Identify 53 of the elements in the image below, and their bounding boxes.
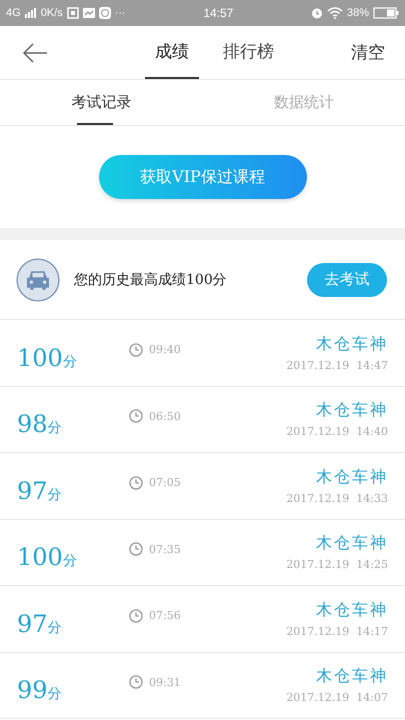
clock-icon (129, 476, 143, 490)
duration: 07:35 (149, 542, 181, 556)
battery-icon (372, 7, 399, 19)
clock: 14:57 (203, 6, 234, 20)
score: 97 (17, 476, 48, 505)
tab[interactable]: 成绩 (145, 26, 199, 79)
score-unit: 分 (48, 419, 62, 438)
score-unit: 分 (62, 552, 77, 570)
record-title: 木仓车神 (316, 334, 388, 355)
record-date: 2017.12.19 14:40 (286, 425, 388, 438)
record-title: 木仓车神 (316, 466, 388, 488)
record-title: 木仓车神 (316, 533, 388, 554)
sub-tab[interactable]: 考试记录 (0, 80, 202, 125)
duration: 06:50 (149, 410, 181, 423)
network-speed: 0K/s (40, 7, 63, 19)
battery-level: 38% (346, 7, 369, 19)
score: 97 (17, 610, 48, 638)
clock-icon (129, 542, 143, 556)
record-date: 2017.12.19 14:25 (286, 558, 388, 572)
clock-icon (129, 675, 143, 690)
record-date: 2017.12.19 14:33 (286, 492, 388, 505)
tab[interactable]: 排行榜 (213, 26, 284, 79)
record-title: 木仓车神 (316, 666, 388, 688)
car-icon (16, 258, 60, 302)
duration: 07:05 (149, 476, 181, 490)
alarm-icon (310, 7, 323, 19)
score-unit: 分 (48, 685, 62, 704)
score: 99 (17, 676, 48, 704)
back-arrow-icon[interactable] (22, 42, 48, 62)
score: 100 (17, 344, 63, 372)
more-indicator: ··· (114, 7, 126, 19)
score-unit: 分 (48, 618, 62, 637)
clock-icon (129, 342, 143, 357)
record-date: 2017.12.19 14:47 (286, 358, 388, 372)
clock-icon (129, 409, 143, 424)
record-date: 2017.12.19 14:17 (286, 624, 388, 638)
record-date: 2017.12.19 14:07 (286, 691, 388, 704)
best-score-text: 您的历史最高成绩100分 (74, 270, 227, 288)
record-title: 木仓车神 (316, 600, 388, 621)
score: 100 (17, 543, 63, 572)
record-title: 木仓车神 (316, 400, 388, 422)
signal-icon (24, 8, 37, 18)
network-type: 4G (6, 7, 21, 19)
score-unit: 分 (62, 352, 77, 371)
duration: 07:56 (149, 609, 181, 622)
score: 98 (17, 410, 48, 438)
clear-button[interactable]: 清空 (351, 41, 385, 64)
clock-icon (129, 608, 143, 623)
score-unit: 分 (48, 486, 62, 504)
duration: 09:40 (149, 343, 181, 356)
duration: 09:31 (149, 676, 181, 689)
wifi-icon (326, 7, 343, 19)
image-icon (82, 7, 95, 19)
